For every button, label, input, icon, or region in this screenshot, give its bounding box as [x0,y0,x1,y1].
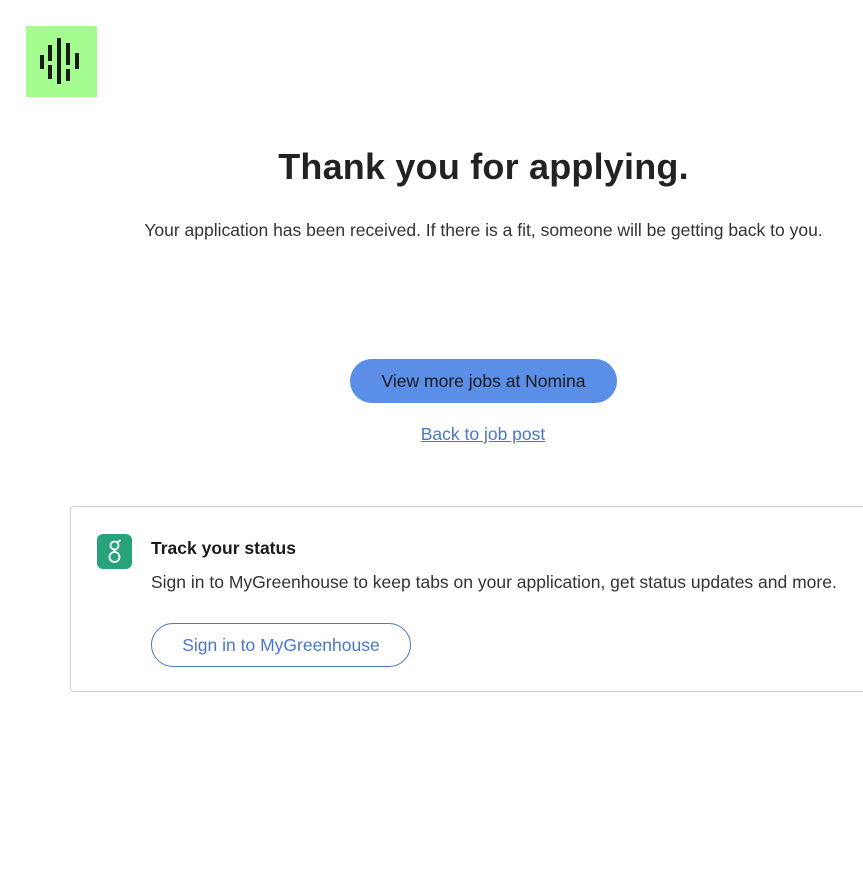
track-status-card: Track your status Sign in to MyGreenhous… [70,506,863,692]
back-to-job-post-link[interactable]: Back to job post [383,424,583,445]
company-logo [26,26,97,97]
confirmation-page: Thank you for applying. Your application… [0,0,863,883]
soundwave-logo-icon [40,38,79,84]
view-more-jobs-button[interactable]: View more jobs at Nomina [350,359,617,403]
page-title: Thank you for applying. [278,146,689,187]
sign-in-mygreenhouse-button[interactable]: Sign in to MyGreenhouse [151,623,411,667]
track-status-title: Track your status [151,538,296,558]
greenhouse-icon [97,534,132,569]
track-status-description: Sign in to MyGreenhouse to keep tabs on … [151,572,837,592]
confirmation-message: Your application has been received. If t… [144,220,823,240]
